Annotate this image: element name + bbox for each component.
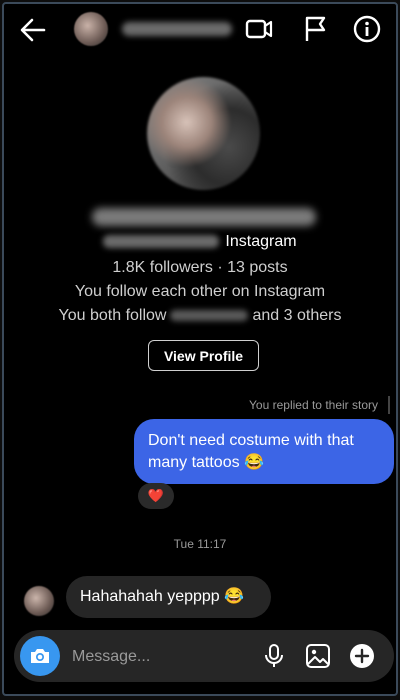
message-input[interactable] (70, 644, 254, 670)
message-composer (14, 630, 394, 682)
video-call-icon[interactable] (244, 14, 274, 44)
heart-reaction[interactable]: ❤️ (138, 483, 174, 509)
plus-icon[interactable] (348, 642, 376, 670)
story-reply-note: You replied to their story (249, 398, 378, 412)
profile-stats: 1.8K followers · 13 posts (112, 259, 288, 276)
dm-screen: Instagram 1.8K followers · 13 posts You … (2, 2, 398, 696)
info-icon[interactable] (352, 14, 382, 44)
profile-picture[interactable] (147, 77, 260, 190)
sent-message-bubble[interactable]: Don't need costume with that many tattoo… (134, 419, 394, 484)
top-bar (4, 4, 396, 56)
platform-label: Instagram (225, 233, 297, 250)
profile-name-blurred (92, 208, 316, 226)
microphone-icon[interactable] (260, 642, 288, 670)
both-follow-line: You both follow and 3 others (4, 307, 396, 325)
both-follow-suffix: and 3 others (252, 307, 342, 324)
view-profile-button[interactable]: View Profile (148, 340, 259, 371)
sender-avatar[interactable] (24, 586, 54, 616)
message-timestamp: Tue 11:17 (173, 537, 227, 551)
mutual-username-blurred (170, 310, 249, 322)
flag-icon[interactable] (300, 14, 330, 44)
mutual-follow-text: You follow each other on Instagram (74, 283, 326, 300)
contact-name-blurred[interactable] (122, 22, 232, 36)
received-message-bubble[interactable]: Hahahahah yepppp 😂 (66, 576, 271, 618)
username-blurred (103, 235, 220, 249)
gallery-icon[interactable] (304, 642, 332, 670)
arrow-left-icon[interactable] (18, 16, 48, 44)
story-reply-bar (388, 396, 390, 414)
both-follow-prefix: You both follow (58, 307, 167, 324)
handle-line: Instagram (4, 233, 396, 251)
camera-icon[interactable] (20, 636, 60, 676)
avatar[interactable] (74, 12, 108, 46)
